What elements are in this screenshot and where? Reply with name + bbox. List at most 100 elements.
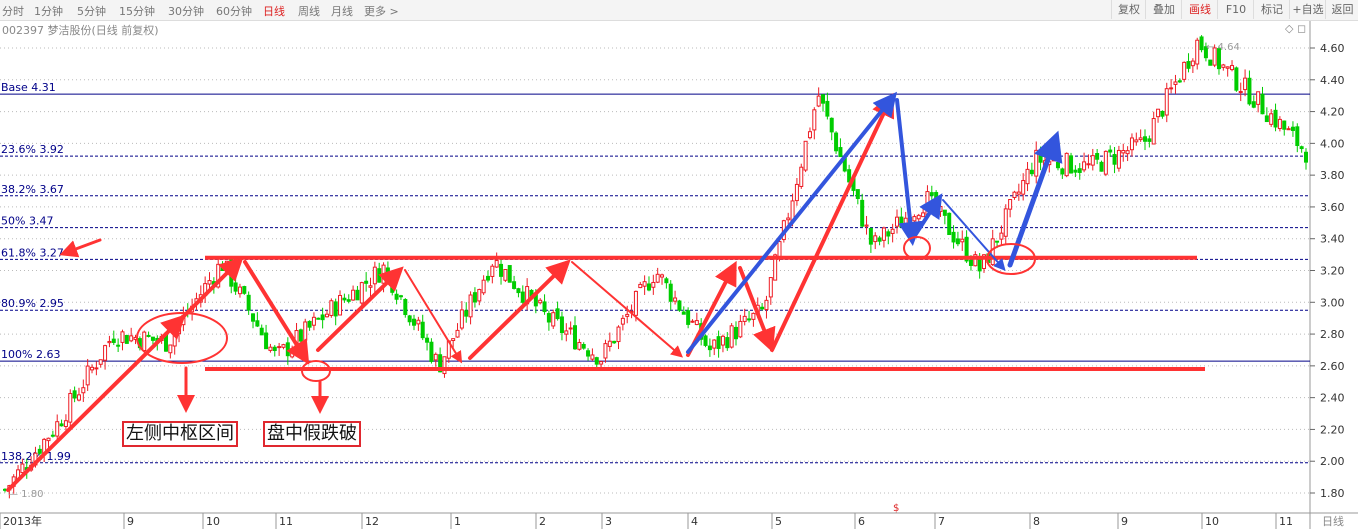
candle-body [686, 310, 691, 325]
candle-body [1247, 77, 1252, 105]
x-tick-label: 5 [775, 515, 782, 528]
tab-1min[interactable]: 1分钟 [34, 3, 63, 19]
candle-body [1095, 153, 1100, 160]
candle-body [1273, 109, 1278, 128]
candle-body [94, 367, 99, 370]
candle-body [1251, 101, 1256, 108]
candle-body [799, 166, 804, 187]
y-tick-label: 4.60 [1320, 42, 1345, 55]
candle-body [416, 319, 421, 325]
candle-body [172, 332, 177, 347]
candle-body [1112, 154, 1117, 165]
event-marker-icon: $ [893, 503, 899, 514]
candle-body [429, 341, 434, 362]
candle-body [542, 301, 547, 313]
candle-body [142, 331, 147, 352]
candle-body [407, 315, 412, 323]
candle-body [1147, 138, 1152, 142]
candle-body [1260, 93, 1265, 115]
candle-body [877, 237, 882, 242]
candle-body [1286, 128, 1291, 131]
candle-body [764, 299, 769, 311]
candle-body [768, 277, 773, 298]
window-controls-icon[interactable]: ◇ ◻ [1285, 22, 1306, 35]
candle-body [947, 212, 952, 236]
candle-body [298, 329, 303, 342]
candle-body [668, 283, 673, 302]
restore-rights-button[interactable]: 复权 [1111, 0, 1146, 19]
candle-body [586, 350, 591, 357]
candle-body [377, 268, 382, 283]
toolbar: 分时 1分钟 5分钟 15分钟 30分钟 60分钟 日线 周线 月线 更多 > … [0, 0, 1358, 21]
candlestick-chart[interactable]: 4.60 4.40 4.20 4.00 3.80 3.60 3.40 3.20 3.00 2.80… [0, 0, 1358, 529]
candle-body [694, 320, 699, 326]
tab-60min[interactable]: 60分钟 [216, 3, 252, 19]
arrow-blue-down [895, 98, 923, 246]
candle-body [990, 238, 995, 266]
add-watchlist-button[interactable]: +自选 [1289, 0, 1326, 19]
candle-body [316, 317, 321, 320]
candle-body [346, 299, 351, 302]
candle-body [146, 334, 151, 337]
candle-body [838, 147, 843, 158]
back-button[interactable]: 返回 [1325, 0, 1358, 19]
candle-body [651, 281, 656, 288]
tab-daily[interactable]: 日线 [263, 3, 285, 19]
fib-label: 38.2% 3.67 [1, 183, 64, 196]
candle-body [1003, 208, 1008, 237]
candle-body [751, 312, 756, 320]
candle-body [46, 437, 51, 442]
candle-body [955, 238, 960, 245]
candle-body [1138, 137, 1143, 141]
candle-body [412, 318, 417, 326]
candle-body [673, 297, 678, 302]
candle-body [1234, 67, 1239, 91]
candle-body [455, 329, 460, 338]
tab-30min[interactable]: 30分钟 [168, 3, 204, 19]
candle-body [85, 365, 90, 386]
mark-button[interactable]: 标记 [1253, 0, 1290, 19]
y-tick-label: 4.00 [1320, 137, 1345, 150]
tab-timeshare[interactable]: 分时 [2, 3, 24, 19]
candle-body [834, 132, 839, 152]
candle-body [320, 314, 325, 321]
candle-body [738, 320, 743, 338]
overlay-button[interactable]: 叠加 [1145, 0, 1182, 19]
candle-body [794, 183, 799, 202]
candle-body [760, 306, 765, 310]
candle-body [472, 292, 477, 303]
y-tick-label: 4.20 [1320, 106, 1345, 119]
candle-body [220, 263, 225, 272]
arrow-pointer [59, 238, 102, 258]
tab-weekly[interactable]: 周线 [298, 3, 320, 19]
candle-body [660, 274, 665, 278]
tab-15min[interactable]: 15分钟 [119, 3, 155, 19]
candle-body [277, 346, 282, 349]
tab-5min[interactable]: 5分钟 [77, 3, 106, 19]
f10-button[interactable]: F10 [1217, 0, 1254, 19]
candle-body [237, 286, 242, 295]
candle-body [420, 321, 425, 339]
candle-body [50, 434, 55, 437]
candle-body [825, 100, 830, 117]
candle-body [573, 325, 578, 350]
draw-line-button[interactable]: 画线 [1181, 0, 1218, 19]
candle-body [129, 335, 134, 342]
candle-body [1186, 61, 1191, 69]
y-tick-label: 3.60 [1320, 201, 1345, 214]
candle-body [690, 320, 695, 323]
candle-body [72, 390, 77, 399]
candle-body [477, 289, 482, 302]
tab-more[interactable]: 更多 > [364, 3, 399, 19]
candle-body [494, 260, 499, 268]
stock-title: 002397 梦洁股份(日线 前复权) [2, 24, 159, 37]
candle-body [1190, 60, 1195, 67]
tab-monthly[interactable]: 月线 [331, 3, 353, 19]
candle-body [255, 320, 260, 327]
candle-body [968, 259, 973, 266]
candle-body [821, 94, 826, 104]
x-tick-label: 9 [127, 515, 134, 528]
x-tick-label: 3 [605, 515, 612, 528]
candle-body [1151, 118, 1156, 145]
x-tick-label: 2 [539, 515, 546, 528]
